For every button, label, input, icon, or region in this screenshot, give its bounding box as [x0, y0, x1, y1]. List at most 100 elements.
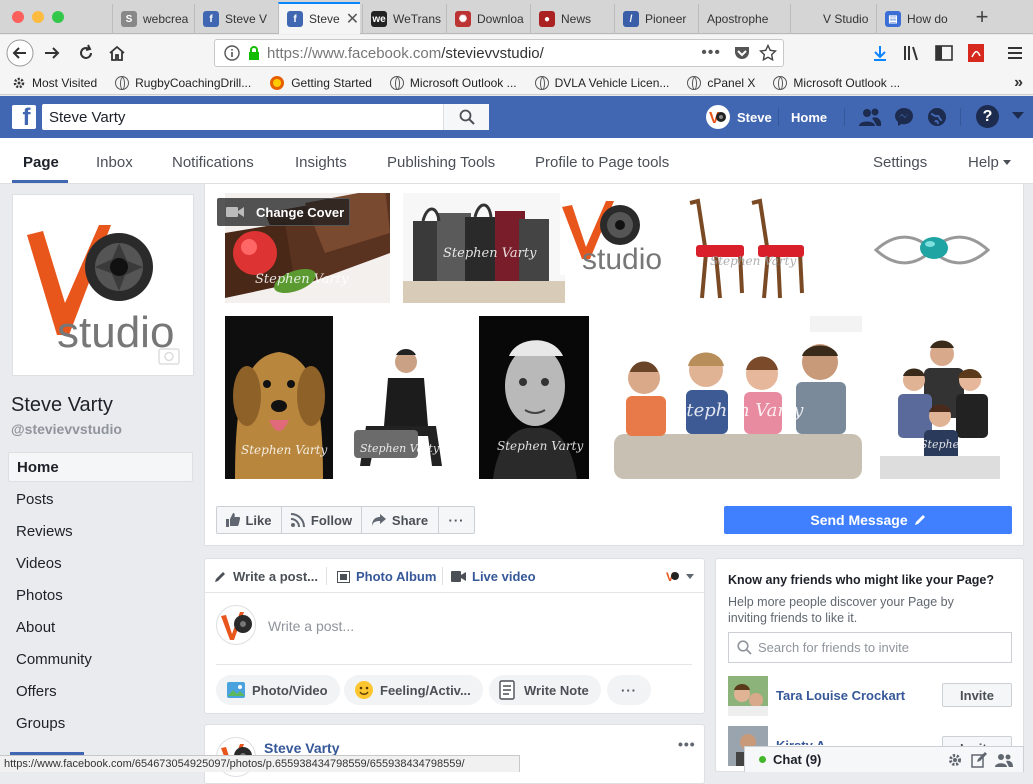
tab-insights[interactable]: Insights: [295, 154, 347, 171]
share-button[interactable]: Share: [361, 506, 439, 534]
page-actions-icon[interactable]: •••: [701, 44, 721, 62]
like-button[interactable]: Like: [216, 506, 282, 534]
pdf-button[interactable]: [962, 39, 990, 67]
url-bar[interactable]: https://www.facebook.com/stevievvstudio/…: [214, 39, 784, 67]
chat-bar[interactable]: Chat (9): [744, 746, 1024, 772]
downloads-button[interactable]: [866, 39, 894, 67]
browser-tab[interactable]: V Studio: [790, 4, 874, 34]
sidebar-item-community[interactable]: Community: [8, 644, 193, 674]
page-handle[interactable]: @stevievvstudio: [11, 421, 122, 437]
sidebar-item-groups[interactable]: Groups: [8, 708, 193, 738]
zoom-window-button[interactable]: [52, 11, 64, 23]
browser-tab[interactable]: S webcrea: [112, 4, 194, 34]
home-button[interactable]: [103, 39, 131, 67]
profile-picture[interactable]: studio: [12, 194, 194, 376]
send-message-button[interactable]: Send Message: [724, 506, 1012, 534]
browser-tab[interactable]: we WeTrans: [362, 4, 446, 34]
close-window-button[interactable]: [12, 11, 24, 23]
bookmark-item[interactable]: Microsoft Outlook ...: [389, 75, 517, 90]
reload-button[interactable]: [72, 39, 100, 67]
cover-photo-brooch[interactable]: [868, 220, 996, 280]
post-author-name[interactable]: Steve Varty: [264, 740, 340, 756]
photo-video-button[interactable]: Photo/Video: [216, 675, 340, 705]
home-link[interactable]: Home: [791, 110, 827, 125]
facebook-search-button[interactable]: [443, 104, 489, 130]
sidebar-button[interactable]: [930, 39, 958, 67]
cover-photo-portrait-elder[interactable]: Stephen Varty: [479, 316, 589, 479]
sidebar-item-reviews[interactable]: Reviews: [8, 516, 193, 546]
sidebar-item-videos[interactable]: Videos: [8, 548, 193, 578]
invite-search-input[interactable]: Search for friends to invite: [728, 632, 1012, 663]
cover-photo-bags[interactable]: Stephen Varty: [403, 193, 565, 303]
sidebar-item-home[interactable]: Home: [8, 452, 193, 482]
new-tab-button[interactable]: +: [962, 4, 1002, 30]
cover-studio-logo[interactable]: studio: [560, 193, 672, 275]
tab-notifications[interactable]: Notifications: [172, 154, 254, 171]
help-icon[interactable]: ?: [976, 105, 999, 128]
feeling-activity-button[interactable]: Feeling/Activ...: [344, 675, 483, 705]
facebook-logo-icon[interactable]: f: [12, 105, 36, 129]
user-name-link[interactable]: Steve: [737, 110, 772, 125]
gear-icon[interactable]: [947, 752, 963, 768]
notifications-globe-icon[interactable]: [926, 106, 948, 128]
cover-photo-chairs[interactable]: Stephen Varty: [680, 193, 810, 303]
browser-tab[interactable]: ✺ Downloa: [446, 4, 530, 34]
library-button[interactable]: [898, 39, 926, 67]
cover-photo-family[interactable]: Stephen Varty: [614, 316, 862, 479]
group-chat-icon[interactable]: [995, 752, 1013, 768]
browser-tab[interactable]: ▤ How do: [876, 4, 960, 34]
tab-help[interactable]: Help: [968, 154, 1011, 171]
browser-tab[interactable]: Apostrophe: [698, 4, 790, 34]
friend-name[interactable]: Tara Louise Crockart: [776, 688, 905, 703]
tab-profile-to-page-tools[interactable]: Profile to Page tools: [535, 154, 669, 171]
browser-tab-active[interactable]: f Steve ✕: [278, 2, 360, 34]
user-avatar[interactable]: V: [706, 105, 730, 129]
bookmarks-overflow-icon[interactable]: »: [1014, 74, 1023, 92]
more-options-button[interactable]: ···: [438, 506, 475, 534]
cover-photo-dog[interactable]: Stephen Varty: [225, 316, 333, 479]
compose-icon[interactable]: [971, 751, 987, 768]
more-composer-options-button[interactable]: ···: [607, 675, 651, 705]
forward-button[interactable]: [38, 39, 66, 67]
post-options-icon[interactable]: •••: [678, 736, 696, 752]
write-note-button[interactable]: Write Note: [489, 675, 601, 705]
sidebar-item-photos[interactable]: Photos: [8, 580, 193, 610]
live-video-tab[interactable]: Live video: [451, 569, 536, 584]
follow-button[interactable]: Follow: [281, 506, 362, 534]
home-icon: [109, 45, 125, 61]
bookmark-item[interactable]: Microsoft Outlook ...: [773, 75, 900, 90]
bookmark-item[interactable]: RugbyCoachingDrill...: [115, 75, 251, 90]
composer-input[interactable]: Write a post...: [268, 618, 354, 634]
bookmark-item[interactable]: Most Visited: [12, 76, 97, 90]
change-cover-button[interactable]: Change Cover: [217, 198, 350, 226]
sidebar-item-offers[interactable]: Offers: [8, 676, 193, 706]
friend-requests-icon[interactable]: [858, 106, 882, 128]
cover-photo-group[interactable]: Stephen Varty: [880, 336, 1000, 479]
tab-page[interactable]: Page: [23, 154, 59, 171]
bookmark-item[interactable]: cPanel X: [687, 75, 755, 90]
tab-publishing-tools[interactable]: Publishing Tools: [387, 154, 495, 171]
messenger-icon[interactable]: [893, 106, 915, 128]
bookmark-item[interactable]: Getting Started: [269, 75, 372, 91]
photo-album-tab[interactable]: Photo Album: [337, 569, 436, 584]
facebook-search-input[interactable]: [42, 105, 442, 129]
menu-button[interactable]: [1001, 39, 1029, 67]
friend-avatar[interactable]: [728, 676, 768, 716]
browser-tab[interactable]: ● News: [530, 4, 614, 34]
sidebar-item-about[interactable]: About: [8, 612, 193, 642]
write-post-tab[interactable]: Write a post...: [214, 569, 318, 584]
close-tab-icon[interactable]: ✕: [340, 9, 359, 29]
browser-tab[interactable]: f Steve V: [194, 4, 276, 34]
bookmark-item[interactable]: DVLA Vehicle Licen...: [534, 75, 669, 90]
tab-inbox[interactable]: Inbox: [96, 154, 133, 171]
svg-text:Stephen Varty: Stephen Varty: [241, 443, 327, 457]
post-as-selector[interactable]: V: [666, 569, 694, 583]
minimize-window-button[interactable]: [32, 11, 44, 23]
invite-button[interactable]: Invite: [942, 683, 1012, 707]
tab-settings[interactable]: Settings: [873, 154, 927, 171]
browser-tab[interactable]: / Pioneer: [614, 4, 698, 34]
account-menu-chevron-icon[interactable]: [1012, 112, 1024, 119]
back-button[interactable]: [6, 39, 34, 67]
cover-photo-man-sitting[interactable]: Stephen Varty: [340, 340, 460, 479]
sidebar-item-posts[interactable]: Posts: [8, 484, 193, 514]
